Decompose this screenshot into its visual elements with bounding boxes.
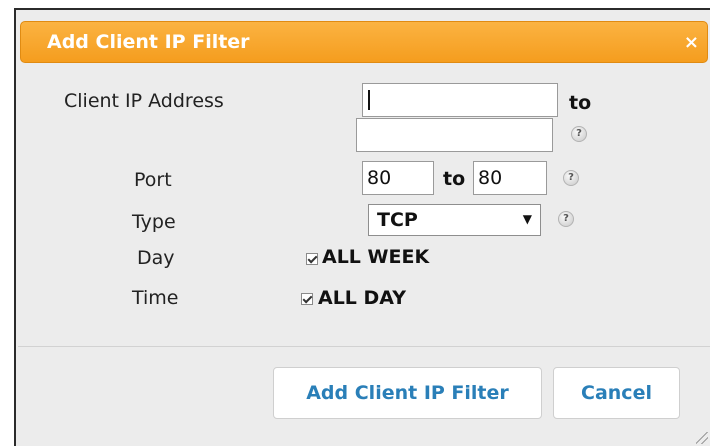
day-label: Day — [137, 247, 175, 269]
ip-to-label: to — [569, 92, 592, 114]
footer-divider — [18, 346, 710, 347]
all-week-label: ALL WEEK — [322, 246, 430, 268]
resize-grip-icon[interactable] — [696, 432, 708, 444]
client-ip-address-label: Client IP Address — [64, 90, 224, 112]
text-caret — [368, 90, 370, 110]
dropdown-arrow-icon: ▼ — [522, 212, 532, 226]
port-from-input[interactable]: 80 — [362, 161, 434, 195]
client-ip-to-input[interactable] — [356, 118, 553, 152]
all-day-checkbox[interactable] — [301, 293, 313, 305]
client-ip-from-input[interactable] — [362, 83, 558, 117]
port-label: Port — [134, 169, 172, 191]
all-week-checkbox[interactable] — [306, 253, 318, 265]
add-client-ip-filter-dialog: Add Client IP Filter × Client IP Address… — [14, 8, 710, 446]
all-day-label: ALL DAY — [318, 287, 406, 309]
type-select[interactable]: TCP ▼ — [368, 204, 541, 236]
type-help-icon[interactable]: ? — [558, 211, 574, 227]
cancel-button[interactable]: Cancel — [553, 367, 680, 419]
port-to-label: to — [443, 168, 466, 190]
dialog-title: Add Client IP Filter — [47, 31, 250, 53]
port-to-input[interactable]: 80 — [473, 161, 547, 195]
time-label: Time — [132, 287, 179, 309]
ip-help-icon[interactable]: ? — [571, 126, 587, 142]
close-icon[interactable]: × — [684, 32, 699, 53]
dialog-titlebar: Add Client IP Filter × — [20, 21, 708, 63]
port-help-icon[interactable]: ? — [563, 170, 579, 186]
type-label: Type — [132, 211, 176, 233]
type-selected-value: TCP — [377, 209, 418, 231]
add-client-ip-filter-button[interactable]: Add Client IP Filter — [273, 367, 542, 419]
